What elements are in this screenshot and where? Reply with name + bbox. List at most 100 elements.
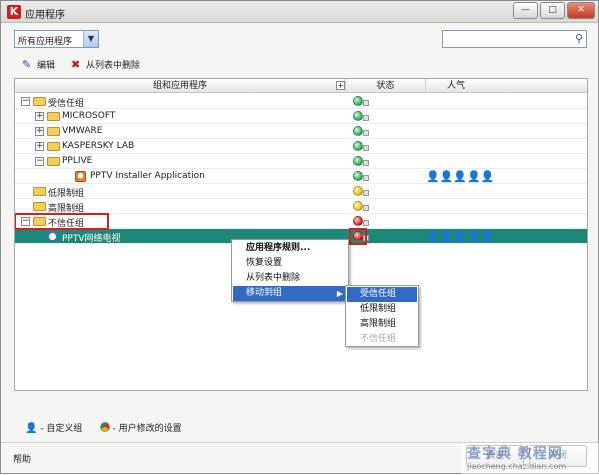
edit-label: 编辑: [37, 61, 56, 71]
status-settings-icon: [363, 220, 369, 226]
collapse-icon[interactable]: −: [35, 157, 44, 166]
title-bar[interactable]: K 应用程序 — □ ✕: [1, 1, 598, 23]
folder-icon: [33, 202, 46, 211]
person-icon: 👤: [25, 423, 38, 434]
person-icon: 👤: [426, 170, 440, 183]
installer-app-icon: ⬢: [75, 171, 86, 182]
person-icon: 👤: [467, 170, 481, 183]
table-row[interactable]: + KASPERSKY LAB: [15, 139, 587, 154]
search-icon[interactable]: ⚲: [575, 32, 583, 45]
row-label: MICROSOFT: [62, 111, 116, 121]
row-label: 受信任组: [48, 99, 85, 109]
submenu-item-trusted[interactable]: 受信任组: [347, 287, 417, 302]
submenu-item-low-restricted[interactable]: 低限制组: [347, 302, 417, 317]
legend: 👤 - 自定义组 - 用户修改的设置: [25, 421, 182, 434]
menu-item-app-rules[interactable]: 应用程序规则...: [233, 241, 347, 256]
person-icon: 👤: [480, 230, 495, 243]
menu-item-move-to-group[interactable]: 移动到组 ▶: [233, 286, 347, 301]
column-header-name[interactable]: 组和应用程序: [15, 79, 346, 93]
status-settings-icon: [363, 175, 369, 181]
legend-user-modified: - 用户修改的设置: [112, 424, 182, 434]
person-icon: 👤: [453, 230, 468, 243]
popularity-rating: 👤👤👤👤👤: [426, 170, 495, 183]
status-yellow-icon[interactable]: [353, 186, 363, 196]
status-green-icon[interactable]: [353, 111, 363, 121]
submenu-item-untrusted: 不信任组: [360, 334, 397, 344]
status-settings-icon: [363, 130, 369, 136]
person-icon: 👤: [480, 170, 495, 183]
person-icon: 👤: [467, 230, 481, 243]
window-title: 应用程序: [25, 10, 65, 21]
move-to-group-submenu: 受信任组 低限制组 高限制组 不信任组: [345, 285, 419, 347]
folder-icon: [47, 142, 60, 151]
legend-custom-group: - 自定义组: [40, 424, 83, 434]
maximize-button[interactable]: □: [540, 2, 565, 19]
remove-label: 从列表中删除: [86, 61, 141, 71]
row-label: PPTV网络电视: [62, 234, 121, 244]
chevron-down-icon[interactable]: ▼: [83, 31, 98, 47]
context-menu: 应用程序规则... 恢复设置 从列表中删除 移动到组 ▶: [231, 239, 349, 302]
row-label: PPTV Installer Application: [90, 171, 205, 181]
status-settings-icon: [363, 115, 369, 121]
status-red-icon[interactable]: [353, 216, 363, 226]
submenu-arrow-icon: ▶: [336, 289, 343, 298]
collapse-icon[interactable]: −: [21, 97, 30, 106]
applications-tree-table: 组和应用程序 + 状态 人气 − 受信任组 + MICROSOFT + VMWARE + KA…: [14, 78, 588, 391]
pptv-app-icon: [47, 231, 58, 242]
table-row[interactable]: 高限制组: [15, 199, 587, 214]
applications-window: K 应用程序 — □ ✕ 所有应用程序 ▼ ⚲ ✎ 编辑 ✖ 从列表中删除 组和应用…: [0, 0, 599, 475]
status-green-icon[interactable]: [353, 171, 363, 181]
submenu-item-high-restricted[interactable]: 高限制组: [347, 317, 417, 332]
status-green-icon[interactable]: [353, 156, 363, 166]
status-settings-icon: [363, 190, 369, 196]
expand-icon[interactable]: +: [35, 142, 44, 151]
menu-item-restore-settings[interactable]: 恢复设置: [233, 256, 347, 271]
status-settings-icon: [363, 205, 369, 211]
status-yellow-icon[interactable]: [353, 201, 363, 211]
ok-button[interactable]: 确定: [466, 445, 524, 467]
expand-icon[interactable]: +: [35, 112, 44, 121]
row-label: VMWARE: [62, 126, 103, 136]
help-link[interactable]: 帮助: [13, 452, 31, 465]
status-green-icon[interactable]: [353, 126, 363, 136]
move-to-group-label: 移动到组: [246, 288, 283, 298]
close-button[interactable]: 关闭: [529, 445, 587, 467]
person-icon: 👤: [453, 170, 468, 183]
table-row[interactable]: − 受信任组: [15, 94, 587, 109]
application-filter-dropdown[interactable]: 所有应用程序 ▼: [14, 30, 99, 48]
user-modified-settings-icon: [99, 422, 110, 432]
table-row[interactable]: − PPLIVE: [15, 154, 587, 169]
row-label: KASPERSKY LAB: [62, 141, 135, 151]
table-row[interactable]: ⬢ PPTV Installer Application 👤👤👤👤👤: [15, 169, 587, 184]
person-icon: 👤: [426, 230, 440, 243]
table-row[interactable]: + VMWARE: [15, 124, 587, 139]
expand-columns-icon[interactable]: +: [336, 81, 345, 90]
row-label: PPLIVE: [62, 156, 93, 166]
column-header-popularity[interactable]: 人气: [426, 79, 486, 93]
status-settings-icon: [363, 100, 369, 106]
column-header-status[interactable]: 状态: [346, 79, 426, 93]
table-header: 组和应用程序 + 状态 人气: [15, 79, 587, 93]
status-settings-icon: [363, 160, 369, 166]
search-input[interactable]: ⚲: [442, 30, 587, 48]
expand-icon[interactable]: +: [35, 127, 44, 136]
folder-icon: [47, 112, 60, 121]
remove-from-list-button[interactable]: ✖ 从列表中删除: [71, 58, 140, 71]
pencil-icon: ✎: [22, 58, 32, 71]
kaspersky-logo-icon: K: [7, 5, 21, 19]
annotation-box-status: [349, 228, 367, 245]
menu-item-remove-from-list[interactable]: 从列表中删除: [233, 271, 347, 286]
minimize-button[interactable]: —: [513, 2, 538, 19]
table-row[interactable]: 低限制组: [15, 184, 587, 199]
person-icon: 👤: [439, 230, 454, 243]
close-window-button[interactable]: ✕: [567, 2, 595, 19]
filter-selected-value: 所有应用程序: [18, 37, 73, 47]
table-row[interactable]: + MICROSOFT: [15, 109, 587, 124]
toolbar: ✎ 编辑 ✖ 从列表中删除: [14, 56, 588, 76]
folder-icon: [33, 97, 46, 106]
status-green-icon[interactable]: [353, 141, 363, 151]
folder-icon: [47, 157, 60, 166]
status-green-icon[interactable]: [353, 96, 363, 106]
edit-button[interactable]: ✎ 编辑: [22, 58, 55, 71]
annotation-box-untrusted-group: [15, 213, 109, 230]
